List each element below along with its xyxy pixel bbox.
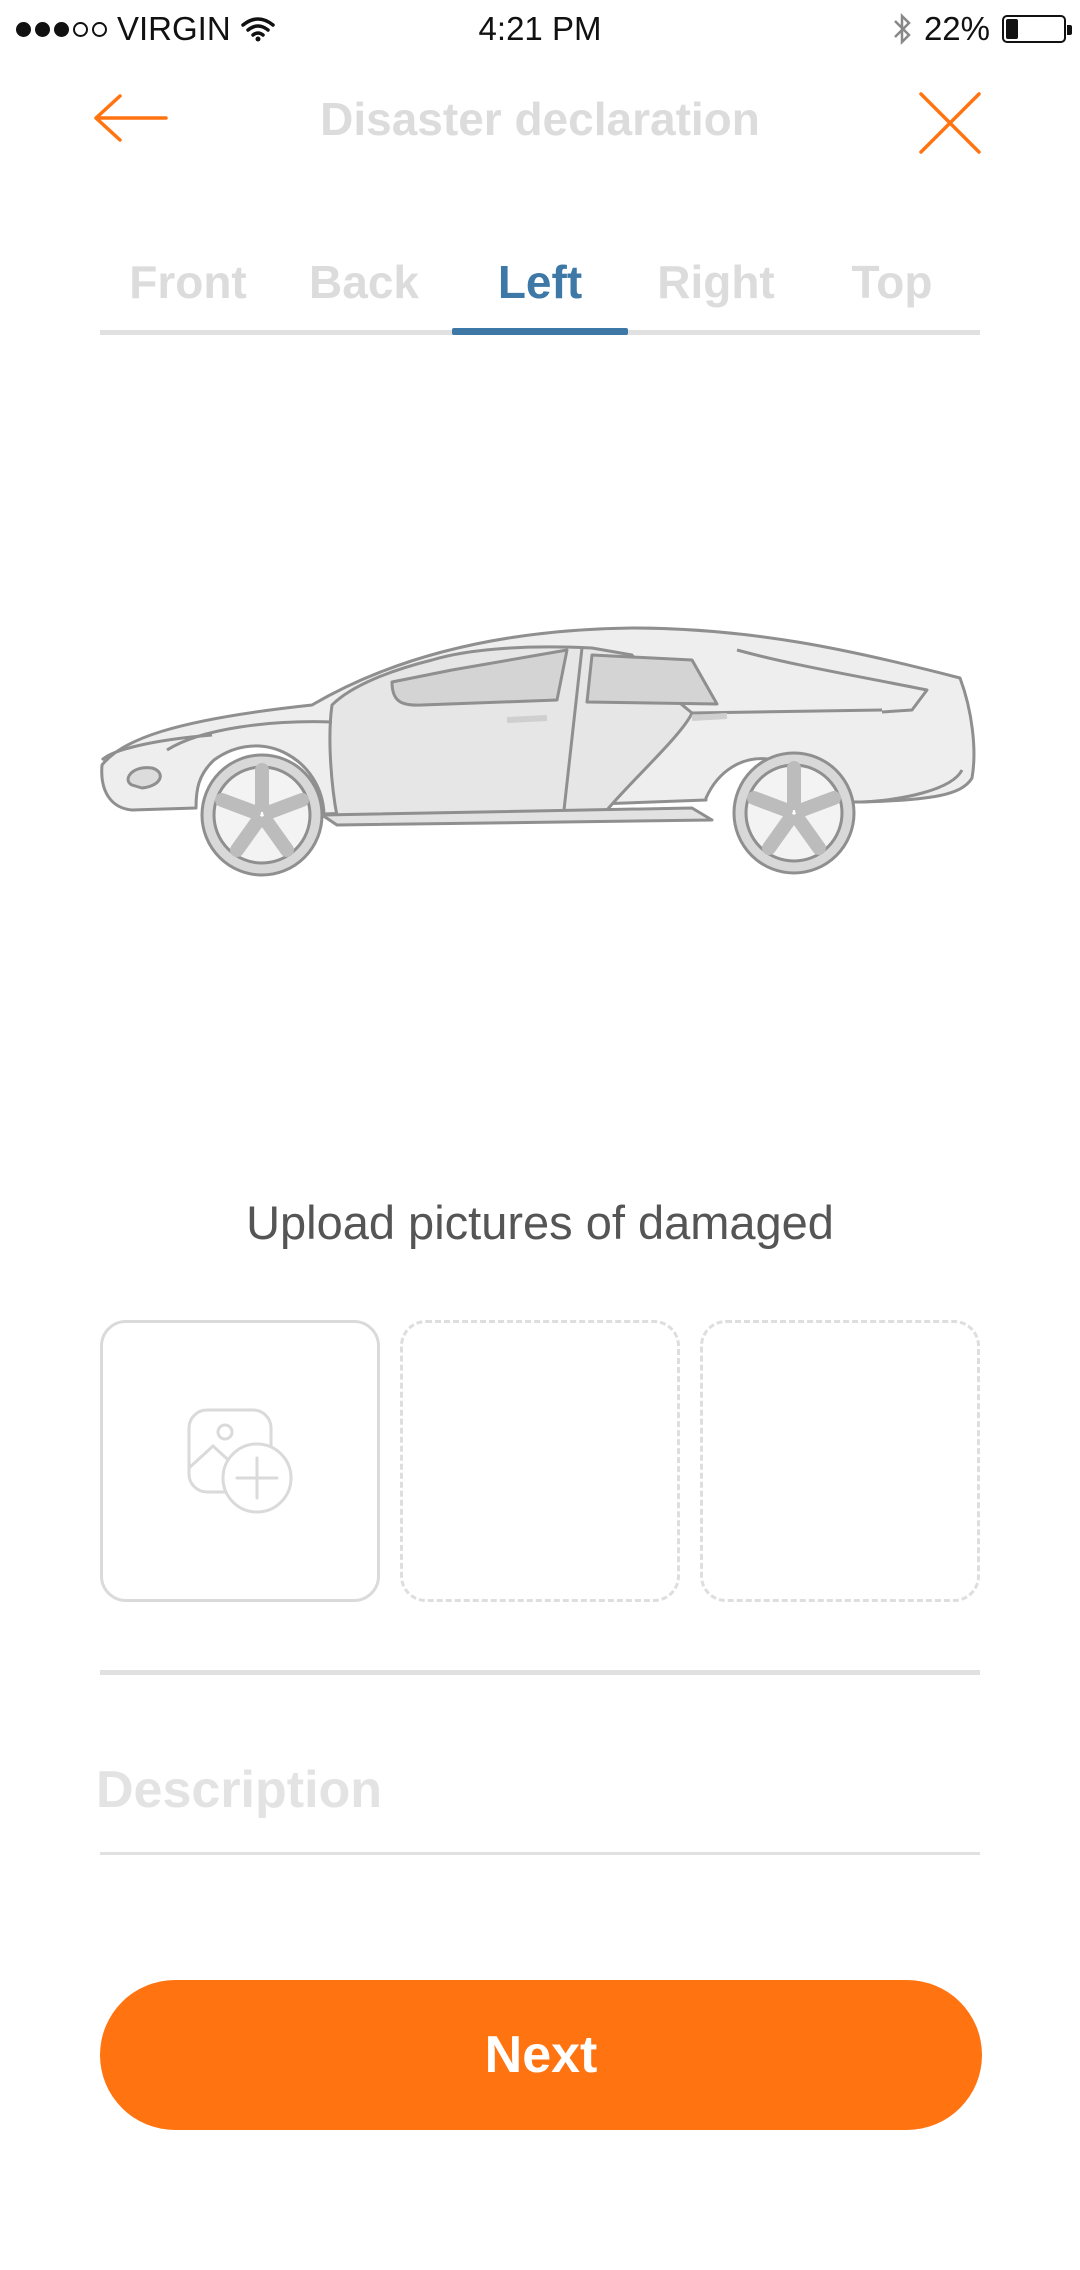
front-wheel: [200, 753, 324, 877]
tab-right[interactable]: Right: [628, 230, 804, 334]
battery-percent: 22%: [923, 10, 990, 47]
tab-top[interactable]: Top: [804, 230, 980, 334]
upload-instructions: Upload pictures of damaged: [246, 1196, 834, 1249]
photo-slot-3: [700, 1320, 980, 1602]
next-button[interactable]: Next: [100, 1980, 982, 2130]
tab-front[interactable]: Front: [100, 230, 276, 334]
rear-wheel: [732, 751, 856, 875]
close-button[interactable]: [915, 88, 985, 158]
header: Disaster declaration: [0, 70, 1080, 180]
status-bar: VIRGIN 4:21 PM 22%: [0, 0, 1080, 58]
description-input[interactable]: [96, 1750, 980, 1830]
description-underline: [100, 1852, 980, 1855]
add-photo-icon: [187, 1408, 293, 1514]
add-photo-button[interactable]: [100, 1320, 380, 1602]
car-side-illustration: [100, 626, 976, 877]
tab-back[interactable]: Back: [276, 230, 452, 334]
close-icon: [919, 92, 981, 154]
bluetooth-icon: [894, 12, 911, 46]
tab-left[interactable]: Left: [452, 230, 628, 334]
section-divider: [100, 1670, 980, 1675]
view-tabs: Front Back Left Right Top: [100, 230, 980, 340]
photo-slots: [100, 1320, 980, 1602]
status-right-group: 22%: [892, 10, 1072, 48]
active-tab-indicator: [452, 328, 628, 335]
battery-icon: [1002, 15, 1072, 43]
photo-slot-2: [400, 1320, 680, 1602]
